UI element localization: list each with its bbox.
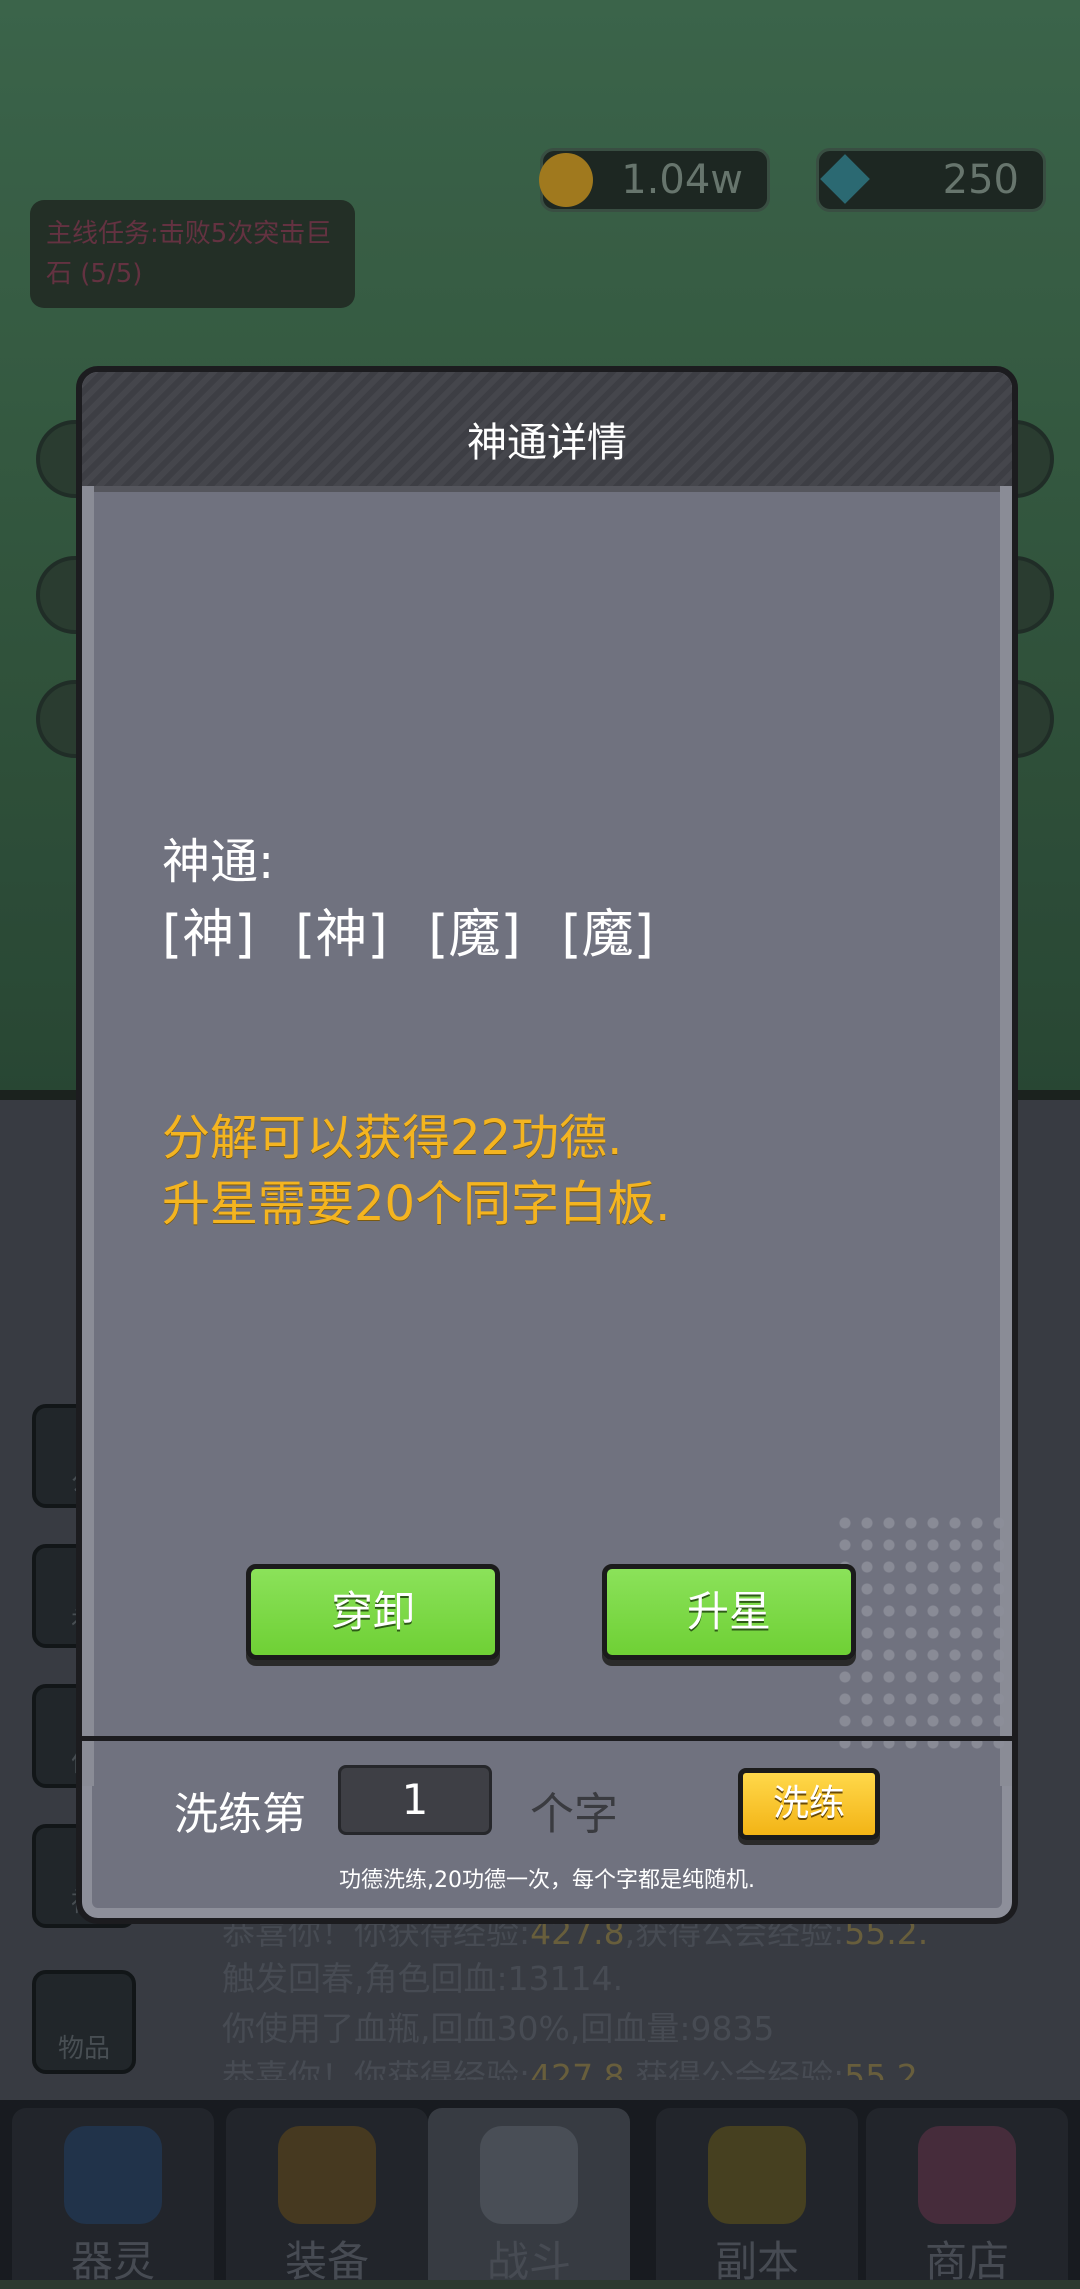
dot-pattern-decoration [834, 1512, 1004, 1752]
dialog-header: 神通详情 [82, 372, 1012, 492]
section-divider [82, 1736, 1012, 1741]
skill-char: [神] [295, 905, 388, 965]
refine-suffix-label: 个字 [530, 1789, 618, 1840]
skill-label: 神通: [162, 834, 275, 890]
refine-note: 功德洗练,20功德一次，每个字都是纯随机. [339, 1868, 755, 1893]
skill-char: [神] [162, 905, 255, 965]
refine-index-input[interactable]: 1 [338, 1765, 492, 1835]
refine-button[interactable]: 洗练 [738, 1768, 880, 1840]
dialog-border [82, 486, 94, 1786]
skill-characters: [神] [神] [魔] [魔] [162, 892, 678, 967]
upgrade-info: 升星需要20个同字白板. [162, 1176, 671, 1232]
dialog-title: 神通详情 [467, 420, 627, 466]
upgrade-star-button[interactable]: 升星 [602, 1564, 856, 1660]
refine-prefix-label: 洗练第 [174, 1789, 306, 1840]
equip-button[interactable]: 穿卸 [246, 1564, 500, 1660]
skill-char: [魔] [561, 905, 654, 965]
skill-detail-dialog: 神通详情 神通: [神] [神] [魔] [魔] 分解可以获得22功德. 升星需… [76, 366, 1018, 1924]
skill-char: [魔] [428, 905, 521, 965]
decompose-info: 分解可以获得22功德. [162, 1110, 623, 1166]
